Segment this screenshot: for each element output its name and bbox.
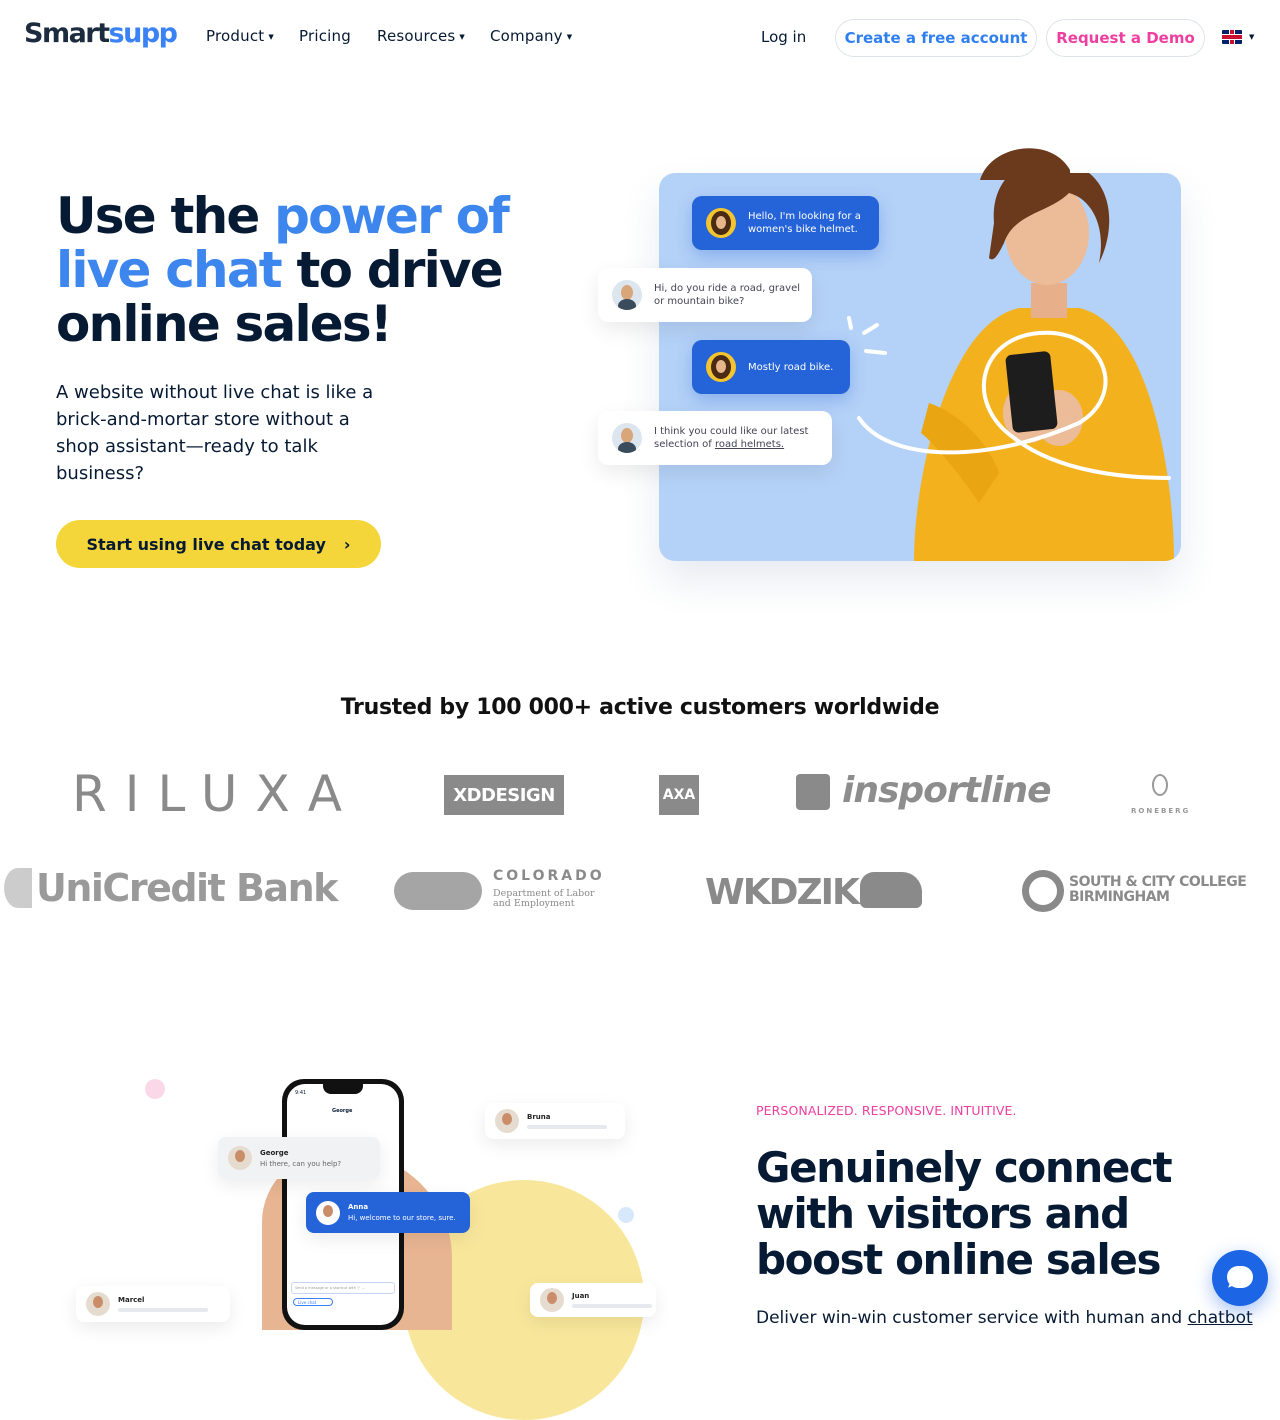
wkdzik-logo: WKDZIK [705,872,860,913]
phone-contact: George [332,1108,353,1114]
xddesign-logo: XDDESIGN [444,775,564,815]
logo-text: Smart [24,18,110,49]
insportline-logo: insportline [842,770,1052,811]
login-link[interactable]: Log in [761,28,806,46]
watch-icon [1152,774,1168,796]
chatbot-link[interactable]: chatbot [1188,1308,1253,1328]
visitor-avatar [706,208,736,238]
college-logo: SOUTH & CITY COLLEGE [1069,874,1247,890]
phone-message-input: Send a message or a shortcut with ‘/’ ..… [291,1282,395,1294]
chat-card-marcel: Marcel [76,1286,230,1322]
roneberg-logo: RONEBERG [1131,807,1191,815]
axa-logo: AXA [659,775,699,815]
start-live-chat-button[interactable]: Start using live chat today › [56,520,381,568]
nav-label: Pricing [299,27,351,45]
chat-message: Mostly road bike. [748,361,834,373]
chat-bubble-visitor: Mostly road bike. [692,340,850,394]
unicredit-icon [4,868,32,908]
channel-selector: Live chat [293,1298,333,1306]
chat-message: Hi, do you ride a road, gravel or mounta… [654,283,801,307]
chat-card-juan: Juan [530,1283,656,1317]
juan-avatar [540,1288,564,1312]
uk-flag-icon[interactable] [1222,30,1242,44]
marcel-avatar [86,1292,110,1316]
nav-label: Company [490,27,563,45]
boar-icon [860,872,922,908]
hero-description: A website without live chat is like a br… [56,382,374,484]
request-demo-button[interactable]: Request a Demo [1046,19,1205,57]
nav-label: Resources [377,27,456,45]
agent-avatar [612,280,642,310]
create-account-button[interactable]: Create a free account [835,19,1037,57]
contact-name: Marcel [118,1296,145,1304]
colorado-emblem [394,872,482,910]
contact-name: Bruna [527,1113,551,1121]
chat-message: Hello, I'm looking for a women's bike he… [748,211,861,235]
placeholder-line [527,1125,607,1129]
chevron-right-icon: › [343,534,351,554]
contact-name: Juan [572,1292,590,1300]
nav-pricing[interactable]: Pricing [299,27,351,45]
chat-widget-button[interactable] [1212,1250,1268,1306]
agent-avatar [612,423,642,453]
nav-company[interactable]: Company ▼ [490,27,572,45]
road-helmets-link[interactable]: road helmets. [715,439,784,450]
chat-card-bruna: Bruna [485,1103,625,1139]
section-description: Deliver win-win customer service with hu… [756,1308,1253,1328]
nav-resources[interactable]: Resources ▼ [377,27,465,45]
college-icon [1022,870,1064,912]
woman-hair-overflow [980,148,1070,180]
section-title: Genuinely connect with visitors and boos… [756,1143,1173,1284]
decor-dot [618,1207,634,1223]
contact-message: Hi there, can you help? [260,1159,342,1168]
colorado-logo: COLORADO [493,868,605,884]
smartsupp-logo[interactable]: Smartsupp [24,18,178,49]
trusted-heading: Trusted by 100 000+ active customers wor… [340,695,940,720]
contact-name: George [260,1148,289,1157]
chat-card-anna: Anna Hi, welcome to our store, sure. [306,1192,470,1233]
caret-down-icon: ▼ [268,32,274,41]
cta-label: Start using live chat today [86,534,326,554]
chat-bubble-visitor: Hello, I'm looking for a women's bike he… [692,196,879,250]
caret-down-icon: ▼ [459,32,465,41]
chat-bubble-agent: I think you could like our latest select… [598,411,832,465]
caret-down-icon: ▼ [566,32,573,41]
colorado-subtitle: Department of Labor and Employment [493,888,595,909]
insportline-icon [796,774,830,810]
hero-title-part: Use the [56,187,275,245]
chat-card-george: George Hi there, can you help? [218,1137,380,1179]
section-eyebrow: PERSONALIZED. RESPONSIVE. INTUITIVE. [756,1103,1017,1118]
contact-message: Hi, welcome to our store, sure. [348,1214,456,1222]
phone-notch [323,1084,363,1094]
chat-bubble-agent: Hi, do you ride a road, gravel or mounta… [598,268,812,322]
placeholder-line [118,1308,208,1312]
caret-down-icon[interactable]: ▼ [1249,33,1254,41]
phone-time: 9:41 [295,1090,307,1096]
visitor-avatar [706,352,736,382]
george-avatar [228,1146,252,1170]
description-text: Deliver win-win customer service with hu… [756,1308,1188,1328]
anna-avatar [316,1200,340,1225]
unicredit-logo: UniCredit Bank [36,866,338,910]
decor-dot [145,1079,165,1099]
college-logo-city: BIRMINGHAM [1069,889,1170,905]
bruna-avatar [495,1109,519,1133]
placeholder-line [572,1304,652,1308]
nav-product[interactable]: Product ▼ [206,27,274,45]
chat-message: I think you could like our latest select… [654,425,820,451]
riluxa-logo: RILUXA [72,765,360,823]
nav-label: Product [206,27,265,45]
hero-title: Use the power of live chat to drive onli… [56,189,536,351]
contact-name: Anna [348,1203,369,1211]
logo-text-accent: supp [108,18,178,49]
